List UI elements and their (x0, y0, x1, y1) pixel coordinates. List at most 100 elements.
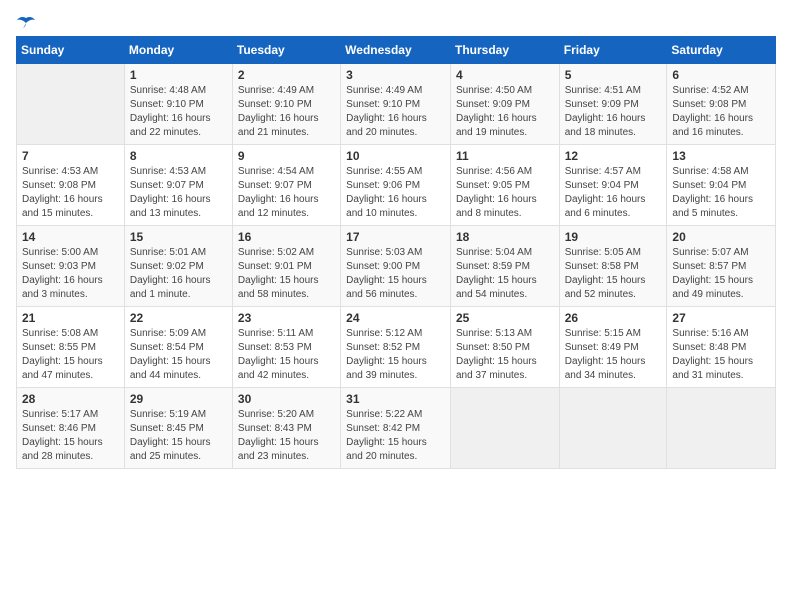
day-info: Sunrise: 5:13 AMSunset: 8:50 PMDaylight:… (456, 327, 554, 383)
calendar-day-cell: 13 Sunrise: 4:58 AMSunset: 9:04 PMDayligh… (667, 145, 776, 226)
day-number: 24 (346, 311, 445, 325)
calendar-day-cell: 28 Sunrise: 5:17 AMSunset: 8:46 PMDayligh… (17, 388, 125, 469)
day-info: Sunrise: 4:52 AMSunset: 9:08 PMDaylight:… (672, 84, 770, 140)
day-of-week-header: Wednesday (341, 37, 451, 64)
day-of-week-header: Sunday (17, 37, 125, 64)
calendar-day-cell: 3 Sunrise: 4:49 AMSunset: 9:10 PMDaylight… (341, 64, 451, 145)
day-number: 26 (565, 311, 662, 325)
day-number: 2 (238, 68, 335, 82)
calendar-empty-cell (559, 388, 667, 469)
day-number: 27 (672, 311, 770, 325)
day-number: 19 (565, 230, 662, 244)
day-number: 20 (672, 230, 770, 244)
day-info: Sunrise: 5:16 AMSunset: 8:48 PMDaylight:… (672, 327, 770, 383)
day-number: 18 (456, 230, 554, 244)
calendar-day-cell: 14 Sunrise: 5:00 AMSunset: 9:03 PMDayligh… (17, 226, 125, 307)
calendar-day-cell: 30 Sunrise: 5:20 AMSunset: 8:43 PMDayligh… (232, 388, 340, 469)
day-number: 28 (22, 392, 119, 406)
calendar-day-cell: 9Sunrise: 4:54 AMSunset: 9:07 PMDaylight… (232, 145, 340, 226)
calendar-day-cell: 4 Sunrise: 4:50 AMSunset: 9:09 PMDaylight… (450, 64, 559, 145)
day-of-week-header: Saturday (667, 37, 776, 64)
day-number: 10 (346, 149, 445, 163)
day-info: Sunrise: 4:53 AMSunset: 9:07 PMDaylight:… (130, 165, 227, 221)
day-info: Sunrise: 5:05 AMSunset: 8:58 PMDaylight:… (565, 246, 662, 302)
day-of-week-header: Monday (124, 37, 232, 64)
day-number: 8 (130, 149, 227, 163)
day-info: Sunrise: 4:53 AMSunset: 9:08 PMDaylight:… (22, 165, 119, 221)
day-number: 3 (346, 68, 445, 82)
day-number: 12 (565, 149, 662, 163)
day-number: 11 (456, 149, 554, 163)
calendar-day-cell: 22Sunrise: 5:09 AMSunset: 8:54 PMDayligh… (124, 307, 232, 388)
day-info: Sunrise: 5:22 AMSunset: 8:42 PMDaylight:… (346, 408, 445, 464)
calendar-empty-cell (17, 64, 125, 145)
day-info: Sunrise: 5:15 AMSunset: 8:49 PMDaylight:… (565, 327, 662, 383)
calendar-empty-cell (450, 388, 559, 469)
calendar-empty-cell (667, 388, 776, 469)
day-info: Sunrise: 4:55 AMSunset: 9:06 PMDaylight:… (346, 165, 445, 221)
day-info: Sunrise: 5:20 AMSunset: 8:43 PMDaylight:… (238, 408, 335, 464)
calendar-week-row: 14 Sunrise: 5:00 AMSunset: 9:03 PMDayligh… (17, 226, 776, 307)
calendar-day-cell: 25 Sunrise: 5:13 AMSunset: 8:50 PMDayligh… (450, 307, 559, 388)
day-number: 15 (130, 230, 227, 244)
calendar-week-row: 7 Sunrise: 4:53 AMSunset: 9:08 PMDaylight… (17, 145, 776, 226)
calendar-day-cell: 10 Sunrise: 4:55 AMSunset: 9:06 PMDayligh… (341, 145, 451, 226)
calendar-day-cell: 1 Sunrise: 4:48 AMSunset: 9:10 PMDaylight… (124, 64, 232, 145)
day-of-week-header: Tuesday (232, 37, 340, 64)
calendar-day-cell: 16 Sunrise: 5:02 AMSunset: 9:01 PMDayligh… (232, 226, 340, 307)
day-info: Sunrise: 5:19 AMSunset: 8:45 PMDaylight:… (130, 408, 227, 464)
calendar-day-cell: 24 Sunrise: 5:12 AMSunset: 8:52 PMDayligh… (341, 307, 451, 388)
day-info: Sunrise: 4:54 AMSunset: 9:07 PMDaylight:… (238, 165, 335, 221)
day-info: Sunrise: 5:12 AMSunset: 8:52 PMDaylight:… (346, 327, 445, 383)
day-info: Sunrise: 4:48 AMSunset: 9:10 PMDaylight:… (130, 84, 227, 140)
day-info: Sunrise: 4:58 AMSunset: 9:04 PMDaylight:… (672, 165, 770, 221)
day-info: Sunrise: 5:11 AMSunset: 8:53 PMDaylight:… (238, 327, 335, 383)
day-info: Sunrise: 5:08 AMSunset: 8:55 PMDaylight:… (22, 327, 119, 383)
calendar-day-cell: 23 Sunrise: 5:11 AMSunset: 8:53 PMDayligh… (232, 307, 340, 388)
day-info: Sunrise: 5:00 AMSunset: 9:03 PMDaylight:… (22, 246, 119, 302)
day-info: Sunrise: 4:49 AMSunset: 9:10 PMDaylight:… (346, 84, 445, 140)
day-number: 31 (346, 392, 445, 406)
logo-bird-icon (17, 16, 35, 30)
day-info: Sunrise: 4:57 AMSunset: 9:04 PMDaylight:… (565, 165, 662, 221)
calendar-week-row: 1 Sunrise: 4:48 AMSunset: 9:10 PMDaylight… (17, 64, 776, 145)
day-number: 17 (346, 230, 445, 244)
day-number: 13 (672, 149, 770, 163)
day-number: 4 (456, 68, 554, 82)
day-number: 14 (22, 230, 119, 244)
calendar-day-cell: 19 Sunrise: 5:05 AMSunset: 8:58 PMDayligh… (559, 226, 667, 307)
calendar-day-cell: 2 Sunrise: 4:49 AMSunset: 9:10 PMDaylight… (232, 64, 340, 145)
day-number: 21 (22, 311, 119, 325)
calendar-day-cell: 18 Sunrise: 5:04 AMSunset: 8:59 PMDayligh… (450, 226, 559, 307)
header (16, 16, 776, 28)
day-info: Sunrise: 5:02 AMSunset: 9:01 PMDaylight:… (238, 246, 335, 302)
day-number: 22 (130, 311, 227, 325)
day-info: Sunrise: 4:49 AMSunset: 9:10 PMDaylight:… (238, 84, 335, 140)
day-number: 25 (456, 311, 554, 325)
day-of-week-header: Thursday (450, 37, 559, 64)
day-number: 7 (22, 149, 119, 163)
day-number: 6 (672, 68, 770, 82)
day-info: Sunrise: 5:03 AMSunset: 9:00 PMDaylight:… (346, 246, 445, 302)
calendar-day-cell: 20 Sunrise: 5:07 AMSunset: 8:57 PMDayligh… (667, 226, 776, 307)
calendar-day-cell: 8 Sunrise: 4:53 AMSunset: 9:07 PMDaylight… (124, 145, 232, 226)
day-number: 23 (238, 311, 335, 325)
day-of-week-header: Friday (559, 37, 667, 64)
day-info: Sunrise: 5:04 AMSunset: 8:59 PMDaylight:… (456, 246, 554, 302)
day-number: 30 (238, 392, 335, 406)
calendar-day-cell: 27 Sunrise: 5:16 AMSunset: 8:48 PMDayligh… (667, 307, 776, 388)
calendar-week-row: 28 Sunrise: 5:17 AMSunset: 8:46 PMDayligh… (17, 388, 776, 469)
day-info: Sunrise: 5:17 AMSunset: 8:46 PMDaylight:… (22, 408, 119, 464)
calendar-day-cell: 29Sunrise: 5:19 AMSunset: 8:45 PMDayligh… (124, 388, 232, 469)
day-info: Sunrise: 5:07 AMSunset: 8:57 PMDaylight:… (672, 246, 770, 302)
day-number: 1 (130, 68, 227, 82)
calendar-day-cell: 12 Sunrise: 4:57 AMSunset: 9:04 PMDayligh… (559, 145, 667, 226)
calendar-header-row: SundayMondayTuesdayWednesdayThursdayFrid… (17, 37, 776, 64)
calendar-day-cell: 26 Sunrise: 5:15 AMSunset: 8:49 PMDayligh… (559, 307, 667, 388)
calendar-day-cell: 21 Sunrise: 5:08 AMSunset: 8:55 PMDayligh… (17, 307, 125, 388)
calendar-day-cell: 31 Sunrise: 5:22 AMSunset: 8:42 PMDayligh… (341, 388, 451, 469)
calendar-day-cell: 15Sunrise: 5:01 AMSunset: 9:02 PMDayligh… (124, 226, 232, 307)
day-number: 16 (238, 230, 335, 244)
day-info: Sunrise: 4:50 AMSunset: 9:09 PMDaylight:… (456, 84, 554, 140)
calendar-table: SundayMondayTuesdayWednesdayThursdayFrid… (16, 36, 776, 469)
